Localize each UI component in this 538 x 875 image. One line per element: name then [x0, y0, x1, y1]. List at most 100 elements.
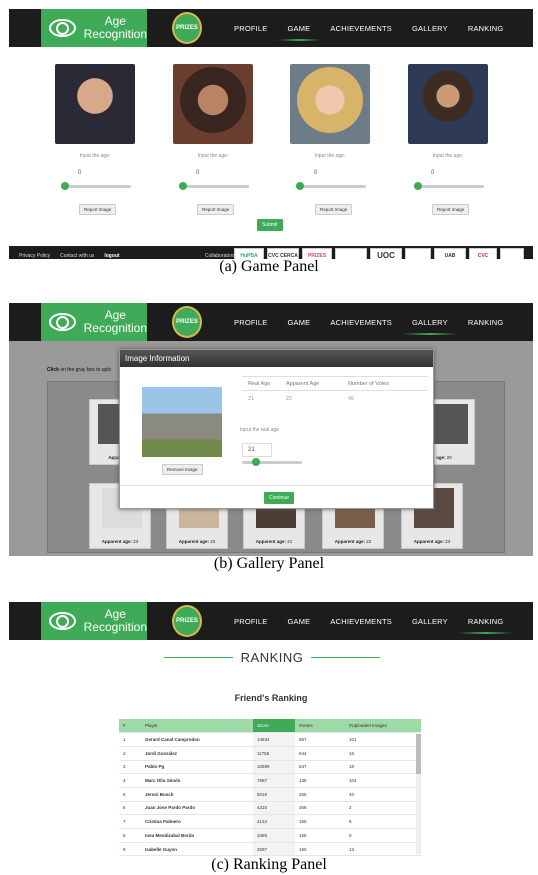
menu-achievements[interactable]: ACHIEVEMENTS: [320, 617, 402, 626]
score-cell: 6018: [253, 787, 295, 802]
menu-gallery[interactable]: GALLERY: [402, 24, 458, 33]
menu-game[interactable]: GAME: [277, 24, 321, 41]
menu-ranking[interactable]: RANKING: [457, 617, 514, 634]
table-row[interactable]: 7 Cristina Palmero 4124 155 8: [119, 814, 421, 829]
age-input-1[interactable]: 0: [73, 167, 119, 181]
votes-cell: 687: [295, 732, 345, 747]
submit-button[interactable]: Submit: [257, 219, 283, 231]
score-cell: 11755: [253, 746, 295, 761]
table-row[interactable]: 9 Isabelle Guyon 3297 180 13: [119, 842, 421, 857]
table-header-row: # Player Score #Votes #Uploaded Images: [119, 719, 421, 734]
slider-handle[interactable]: [61, 182, 69, 190]
player-cell: Juan Jose Pardo Pardo: [141, 801, 253, 816]
menu-profile[interactable]: PROFILE: [224, 318, 278, 327]
table-row[interactable]: 4 Marc Oliu Simón 7587 136 104: [119, 773, 421, 788]
menu-ranking[interactable]: RANKING: [458, 318, 514, 327]
votes-cell: 156: [295, 828, 345, 843]
menu-game[interactable]: GAME: [278, 318, 321, 327]
slider-handle[interactable]: [414, 182, 422, 190]
uploaded-cell: 2: [345, 801, 421, 816]
table-row[interactable]: 3 Pablo Pg 10699 647 18: [119, 760, 421, 775]
age-input-label-1: Input the age:: [79, 153, 111, 159]
age-input-label-2: Input the age:: [197, 153, 229, 159]
col-real-age: Real Age: [248, 380, 271, 387]
table-row[interactable]: 6 Juan Jose Pardo Pardo 4315 268 2: [119, 801, 421, 816]
uploaded-cell: 104: [345, 773, 421, 788]
heading-rule-right: [311, 657, 381, 658]
player-cell: Cristina Palmero: [141, 814, 253, 829]
table-scrollbar[interactable]: [416, 734, 421, 854]
real-age-input[interactable]: 21: [242, 443, 272, 457]
caption-ranking-panel: (c) Ranking Panel: [211, 856, 327, 873]
prizes-trophy-icon[interactable]: PRIZES: [172, 12, 202, 44]
slider-handle[interactable]: [252, 458, 260, 466]
app-logo[interactable]: Age Recognition: [41, 9, 147, 47]
score-cell: 3489: [253, 828, 295, 843]
report-image-button-2[interactable]: Report Image: [197, 204, 235, 215]
table-row[interactable]: 5 Jeroni Bosch 6018 266 40: [119, 787, 421, 802]
menu-gallery[interactable]: GALLERY: [401, 318, 458, 335]
ranking-heading: RANKING: [240, 650, 304, 665]
player-cell: Jordi González: [141, 746, 253, 761]
ranking-heading-row: RANKING: [164, 650, 381, 665]
col-score[interactable]: Score: [253, 719, 295, 734]
face-image-4: [408, 64, 488, 144]
votes-cell: 155: [295, 814, 345, 829]
rank-cell: 3: [119, 760, 141, 775]
caption-game-panel: (a) Game Panel: [219, 258, 319, 275]
votes-cell: 644: [295, 746, 345, 761]
menu-profile[interactable]: PROFILE: [224, 24, 278, 33]
main-menu: PROFILE GAME ACHIEVEMENTS GALLERY RANKIN…: [224, 9, 513, 47]
col-uploaded[interactable]: #Uploaded Images: [345, 719, 421, 734]
menu-ranking[interactable]: RANKING: [458, 24, 514, 33]
rank-cell: 8: [119, 828, 141, 843]
val-apparent-age: 22: [286, 396, 293, 402]
slider-handle[interactable]: [179, 182, 187, 190]
ranking-table: # Player Score #Votes #Uploaded Images 1…: [119, 719, 421, 857]
table-row[interactable]: 2 Jordi González 11755 644 16: [119, 746, 421, 761]
player-cell: Pablo Pg: [141, 760, 253, 775]
age-input-4[interactable]: 0: [426, 167, 472, 181]
app-logo[interactable]: Age Recognition: [41, 602, 147, 640]
age-input-3[interactable]: 0: [309, 167, 355, 181]
votes-cell: 180: [295, 842, 345, 857]
menu-achievements[interactable]: ACHIEVEMENTS: [320, 318, 402, 327]
prizes-trophy-icon[interactable]: PRIZES: [172, 306, 202, 338]
col-rank[interactable]: #: [119, 719, 141, 734]
upload-instruction: Click on the gray box to uplo: [47, 367, 112, 373]
app-logo[interactable]: Age Recognition: [41, 303, 147, 341]
age-input-2[interactable]: 0: [191, 167, 237, 181]
col-player[interactable]: Player: [141, 719, 253, 734]
age-slider-3[interactable]: [296, 182, 366, 190]
votes-cell: 136: [295, 773, 345, 788]
eye-icon: [49, 313, 76, 331]
continue-button[interactable]: Continue: [264, 492, 295, 504]
menu-profile[interactable]: PROFILE: [224, 617, 278, 626]
age-slider-4[interactable]: [414, 182, 484, 190]
score-cell: 4124: [253, 814, 295, 829]
uploaded-cell: 16: [345, 746, 421, 761]
real-age-slider[interactable]: [242, 458, 302, 466]
menu-gallery[interactable]: GALLERY: [402, 617, 458, 626]
report-image-button-3[interactable]: Report Image: [315, 204, 353, 215]
score-cell: 10699: [253, 760, 295, 775]
game-panel: Age Recognition PRIZES PROFILE GAME ACHIE…: [9, 9, 533, 259]
face-image-3: [290, 64, 370, 144]
report-image-button-4[interactable]: Report Image: [432, 204, 470, 215]
age-slider-2[interactable]: [179, 182, 249, 190]
table-row[interactable]: 8 Iosu Mendizabal Borda 3489 156 0: [119, 828, 421, 843]
prizes-trophy-icon[interactable]: PRIZES: [172, 605, 202, 637]
real-age-input-label: Input the real age: [240, 427, 279, 433]
uploaded-cell: 101: [345, 732, 421, 747]
col-votes[interactable]: #Votes: [295, 719, 345, 734]
table-row[interactable]: 1 Gerard Canal Camprodon 14834 687 101: [119, 732, 421, 747]
slider-handle[interactable]: [296, 182, 304, 190]
menu-game[interactable]: GAME: [278, 617, 321, 626]
col-number-votes: Number of Votes: [348, 380, 389, 387]
age-slider-1[interactable]: [61, 182, 131, 190]
menu-achievements[interactable]: ACHIEVEMENTS: [320, 24, 402, 33]
scrollbar-thumb[interactable]: [416, 734, 421, 774]
votes-cell: 268: [295, 801, 345, 816]
remove-image-button[interactable]: Remove Image: [162, 464, 203, 475]
report-image-button-1[interactable]: Report Image: [79, 204, 117, 215]
